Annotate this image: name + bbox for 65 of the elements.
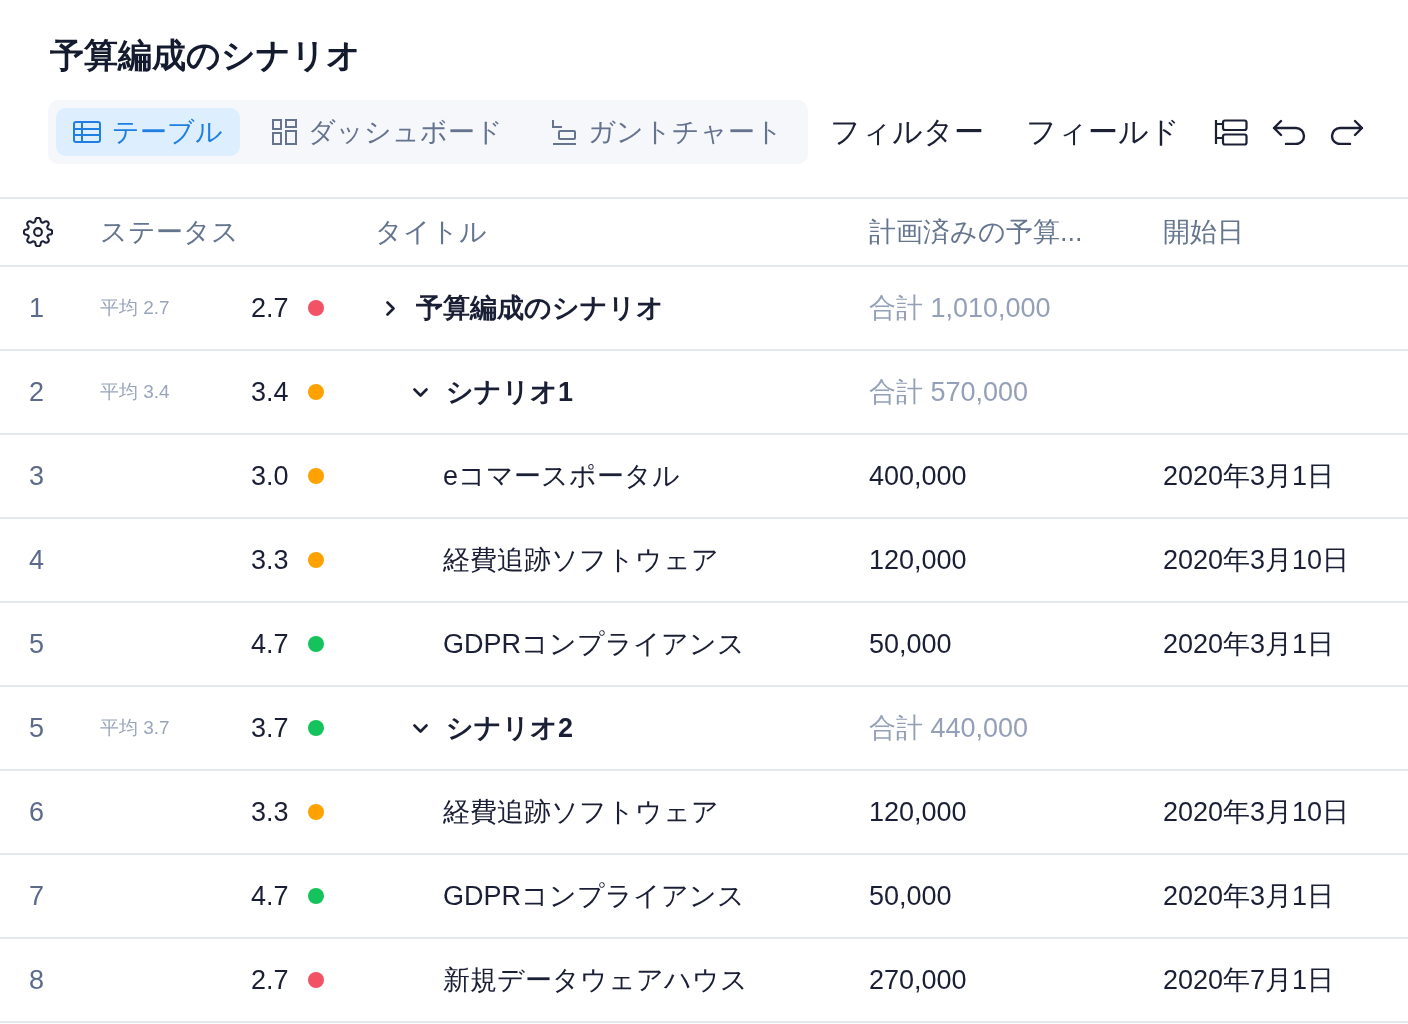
start-date: 2020年3月1日: [1163, 460, 1335, 493]
row-title: GDPRコンプライアンス: [443, 880, 745, 913]
row-number: 4: [29, 544, 45, 576]
budget-value: 120,000: [869, 796, 967, 828]
row-number: 7: [29, 880, 45, 912]
group-title: シナリオ1: [446, 376, 574, 409]
start-date: 2020年3月10日: [1163, 544, 1350, 577]
row-number: 5: [29, 712, 45, 744]
table-icon: [73, 121, 101, 143]
row-title: eコマースポータル: [443, 460, 681, 493]
view-tab[interactable]: ガントチャート: [535, 108, 800, 156]
chevron-down-icon[interactable]: [412, 723, 428, 733]
budget-value: 400,000: [869, 460, 967, 492]
budget-value: 50,000: [869, 628, 952, 660]
row-number: 3: [29, 460, 45, 492]
start-date: 2020年7月1日: [1163, 964, 1335, 997]
view-tab[interactable]: ダッシュボード: [255, 108, 520, 156]
score-value: 2.7: [251, 292, 289, 324]
group-title: 予算編成のシナリオ: [416, 292, 664, 325]
row-number: 6: [29, 796, 45, 828]
score-value: 3.3: [251, 796, 289, 828]
row-title: GDPRコンプライアンス: [443, 628, 745, 661]
budget-value: 270,000: [869, 964, 967, 996]
row-number: 2: [29, 376, 45, 408]
redo-icon[interactable]: [1330, 119, 1364, 145]
average-label: 平均 3.4: [100, 381, 170, 402]
budget-total: 合計 570,000: [869, 376, 1029, 409]
row-title: 新規データウェアハウス: [443, 964, 748, 997]
score-value: 3.3: [251, 544, 289, 576]
grid-icon: [272, 119, 297, 145]
budget-value: 120,000: [869, 544, 967, 576]
average-label: 平均 2.7: [100, 297, 170, 318]
toolbar-button[interactable]: フィールド: [1026, 112, 1180, 152]
score-value: 3.4: [251, 376, 289, 408]
score-value: 4.7: [251, 880, 289, 912]
gantt-icon: [552, 119, 577, 145]
start-date: 2020年3月1日: [1163, 880, 1335, 913]
budget-total: 合計 1,010,000: [869, 292, 1051, 325]
row-title: 経費追跡ソフトウェア: [443, 796, 719, 829]
start-date: 2020年3月10日: [1163, 796, 1350, 829]
chevron-down-icon[interactable]: [412, 387, 428, 397]
budget-value: 50,000: [869, 880, 952, 912]
page-title: 予算編成のシナリオ: [50, 35, 361, 75]
view-tab[interactable]: テーブル: [56, 108, 240, 156]
chevron-right-icon[interactable]: [385, 300, 395, 316]
start-date: 2020年3月1日: [1163, 628, 1335, 661]
column-header[interactable]: 計画済みの予算...: [869, 214, 1083, 250]
row-number: 8: [29, 964, 45, 996]
column-header[interactable]: ステータス: [100, 214, 239, 250]
row-number: 1: [29, 292, 45, 324]
row-number: 5: [29, 628, 45, 660]
undo-icon[interactable]: [1272, 119, 1306, 145]
average-label: 平均 3.7: [100, 717, 170, 738]
score-value: 2.7: [251, 964, 289, 996]
column-header[interactable]: タイトル: [375, 214, 487, 250]
toolbar-button[interactable]: フィルター: [830, 112, 984, 152]
settings-icon[interactable]: [23, 217, 53, 247]
budget-total: 合計 440,000: [869, 712, 1029, 745]
score-value: 4.7: [251, 628, 289, 660]
hierarchy-icon[interactable]: [1214, 118, 1248, 146]
column-header[interactable]: 開始日: [1163, 214, 1244, 250]
group-title: シナリオ2: [446, 712, 574, 745]
score-value: 3.0: [251, 460, 289, 492]
row-title: 経費追跡ソフトウェア: [443, 544, 719, 577]
score-value: 3.7: [251, 712, 289, 744]
